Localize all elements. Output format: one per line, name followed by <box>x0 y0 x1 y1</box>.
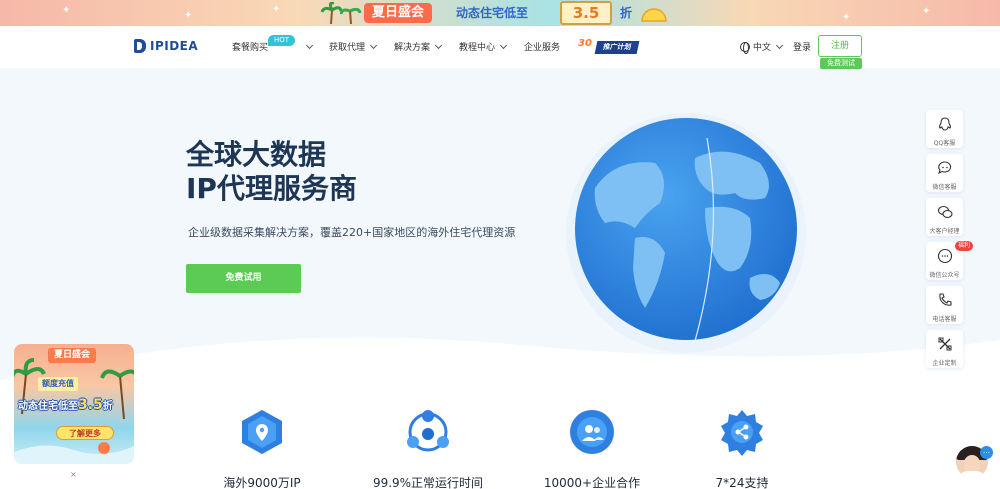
logo[interactable]: IPIDEA <box>134 39 198 53</box>
language-label: 中文 <box>753 43 772 53</box>
close-icon[interactable]: × <box>70 470 77 479</box>
chat-bubble-icon[interactable]: … <box>980 446 993 459</box>
fruit-slice-icon <box>641 8 667 22</box>
sidebar-label: 电话客服 <box>932 316 957 323</box>
sidebar-label: 企业定制 <box>932 360 957 367</box>
nav-item-label: 解决方案 <box>394 43 431 53</box>
welfare-badge: 福利 <box>955 241 973 251</box>
feature-label: 7*24支持 <box>715 476 769 489</box>
sidebar-label: QQ客服 <box>933 140 956 147</box>
network-icon <box>407 410 449 452</box>
feature-label: 10000+企业合作 <box>543 476 641 489</box>
palm-tree-icon <box>340 7 362 24</box>
hero-title: 全球大数据 IP代理服务商 <box>186 138 357 206</box>
logo-text: IPIDEA <box>150 39 199 53</box>
sidebar-label: 微信客服 <box>932 184 957 191</box>
star-icon: ✦ <box>842 12 851 23</box>
language-selector[interactable]: 中文 <box>740 40 784 54</box>
sidebar-account-manager[interactable]: 大客户经理 <box>926 198 963 236</box>
promo-card-number: 3.5 <box>78 397 103 413</box>
gear-share-icon <box>721 410 763 456</box>
promo-card-suffix: 折 <box>102 401 113 412</box>
sidebar-qq-service[interactable]: QQ客服 <box>926 110 963 148</box>
hero-title-line1: 全球大数据 <box>186 138 327 171</box>
register-button[interactable]: 注册 <box>818 35 862 57</box>
promo-subtitle: 动态住宅低至 <box>456 6 529 20</box>
chevron-down-icon <box>369 41 378 49</box>
qq-icon <box>938 117 951 131</box>
phone-icon <box>938 293 952 306</box>
promo-title: 夏日盛会 <box>364 3 433 23</box>
promo-card-title: 夏日盛会 <box>48 348 97 363</box>
free-trial-button[interactable]: 免费试用 <box>186 264 301 293</box>
globe-illustration <box>575 118 797 340</box>
top-navigation: IPIDEA 套餐购买 HOT 获取代理 解决方案 教程中心 企业服务 30 推… <box>0 26 1000 69</box>
promotion-plan-number: 30 <box>578 38 592 49</box>
nav-item-get-proxy[interactable]: 获取代理 <box>329 40 378 53</box>
star-icon: ✦ <box>922 6 931 17</box>
promo-card-subtitle: 额度充值 <box>38 377 78 391</box>
tools-icon <box>938 337 951 351</box>
sidebar-phone-service[interactable]: 电话客服 <box>926 286 963 324</box>
promo-number: 3.5 <box>560 1 612 25</box>
wave-background <box>0 337 1000 489</box>
promo-card-main-text: 动态住宅低至 <box>18 401 78 412</box>
feature-label: 99.9%正常运行时间 <box>372 476 484 489</box>
sidebar-chat-service[interactable]: 微信客服 <box>926 154 963 192</box>
globe-icon <box>740 41 750 54</box>
location-hex-icon <box>242 410 282 454</box>
promo-suffix: 折 <box>620 6 633 20</box>
promo-card-main: 动态住宅低至3.5折 <box>18 397 113 413</box>
wechat-icon <box>937 205 953 219</box>
nav-item-label: 企业服务 <box>524 43 561 53</box>
promotion-plan-label: 推广计划 <box>594 41 640 54</box>
chevron-down-icon <box>305 41 314 49</box>
avatar-shirt <box>958 471 986 478</box>
sidebar-label: 大客户经理 <box>929 228 960 235</box>
free-trial-tag: 免费测试 <box>820 58 862 69</box>
hero-title-line2: IP代理服务商 <box>186 172 357 205</box>
login-link[interactable]: 登录 <box>793 40 811 53</box>
chevron-down-icon <box>775 41 784 49</box>
hot-badge: HOT <box>268 35 296 46</box>
users-circle-icon <box>570 410 614 454</box>
sidebar-label: 微信公众号 <box>929 272 960 279</box>
feature-partners: 10000+企业合作 <box>522 408 662 489</box>
top-promo-banner[interactable]: ✦ ✦ ✦ ✦ ✦ 夏日盛会 动态住宅低至 3.5 折 <box>0 0 1000 26</box>
promotion-plan-badge[interactable]: 30 推广计划 <box>578 38 640 56</box>
star-icon: ✦ <box>62 5 71 16</box>
message-icon <box>937 248 952 264</box>
nav-item-label: 获取代理 <box>329 43 366 53</box>
star-icon: ✦ <box>184 10 193 21</box>
chevron-down-icon <box>434 41 443 49</box>
feature-ips: 海外9000万IP <box>192 408 332 489</box>
sidebar-enterprise-custom[interactable]: 企业定制 <box>926 330 963 368</box>
palm-tree-icon <box>320 2 342 24</box>
learn-more-button[interactable]: 了解更多 <box>56 426 114 440</box>
hero-description: 企业级数据采集解决方案，覆盖220+国家地区的海外住宅代理资源 <box>188 226 516 239</box>
nav-item-enterprise[interactable]: 企业服务 <box>524 40 560 53</box>
chat-icon <box>937 161 951 175</box>
star-icon: ✦ <box>272 4 281 15</box>
logo-mark-icon <box>134 39 146 53</box>
summer-promo-card[interactable]: 夏日盛会 额度充值 动态住宅低至3.5折 了解更多 <box>14 344 134 464</box>
nav-item-label: 套餐购买 <box>232 43 269 53</box>
feature-label: 海外9000万IP <box>223 476 301 489</box>
nav-item-tutorials[interactable]: 教程中心 <box>459 40 508 53</box>
nav-item-solutions[interactable]: 解决方案 <box>394 40 443 53</box>
nav-item-label: 教程中心 <box>459 43 496 53</box>
chevron-down-icon <box>499 41 508 49</box>
feature-support: 7*24支持 <box>672 408 812 489</box>
feature-uptime: 99.9%正常运行时间 <box>358 408 498 489</box>
